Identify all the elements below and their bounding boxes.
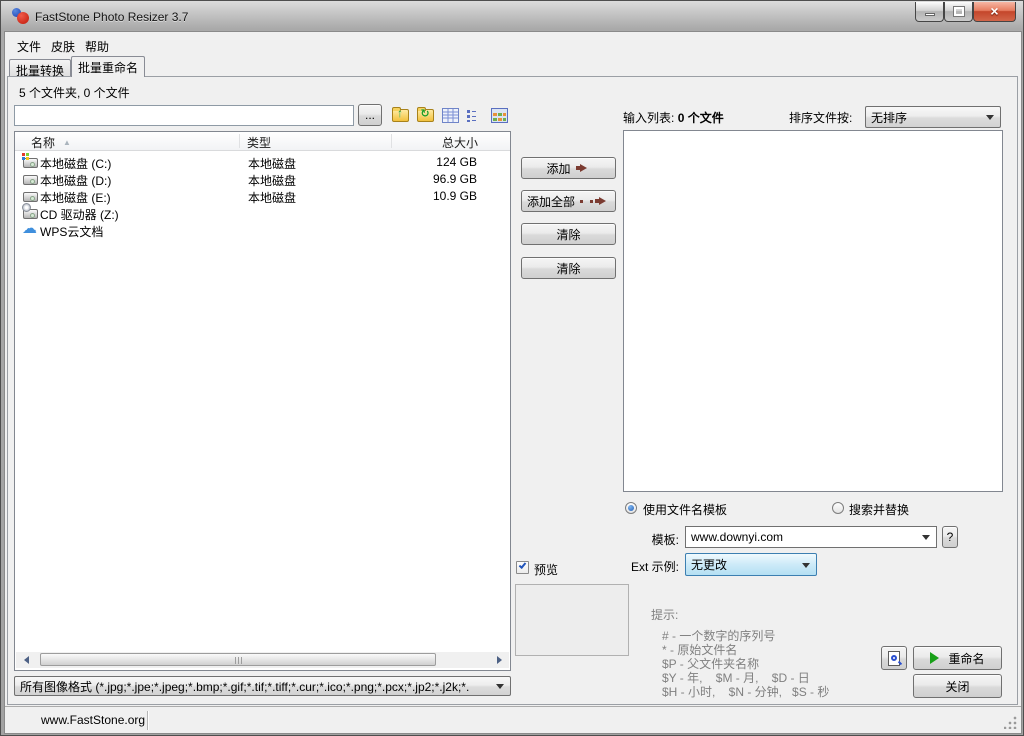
close-icon: ×	[990, 2, 999, 19]
sort-by-label: 排序文件按:	[789, 111, 853, 125]
preview-rename-button[interactable]	[881, 646, 907, 670]
tab-batch-convert[interactable]: 批量转换	[9, 59, 71, 78]
column-header-type[interactable]: 类型	[247, 134, 271, 151]
folder-list: 名称 ▲ 类型 总大小 本地磁盘 (C:) 本地磁盘 124 GB 本地磁盘 (D…	[14, 131, 511, 671]
cd-drive-icon	[22, 203, 39, 220]
hint-line: $H - 小时, $N - 分钟, $S - 秒	[662, 685, 830, 699]
thumbnails-view-icon[interactable]	[488, 104, 510, 126]
tab-batch-rename[interactable]: 批量重命名	[71, 56, 145, 77]
use-template-radio[interactable]	[625, 502, 637, 514]
cloud-icon: ☁	[22, 220, 37, 237]
input-file-list[interactable]	[623, 130, 1003, 492]
input-list-label: 输入列表: 0 个文件	[623, 111, 724, 125]
chevron-down-icon	[496, 684, 504, 693]
hint-title: 提示:	[651, 608, 679, 622]
system-drive-icon	[22, 153, 39, 169]
template-combobox[interactable]: www.downyi.com	[685, 526, 937, 548]
preview-label: 预览	[534, 563, 559, 577]
clear-all-button[interactable]: 清除	[521, 257, 616, 279]
browse-button[interactable]: ...	[358, 104, 382, 126]
search-replace-radio[interactable]	[832, 502, 844, 514]
check-icon	[518, 561, 527, 569]
chevron-down-icon	[922, 535, 930, 544]
close-button[interactable]: ×	[973, 2, 1016, 22]
drive-icon	[23, 173, 39, 186]
folder-summary: 5 个文件夹, 0 个文件	[19, 86, 130, 100]
sort-by-select[interactable]: 无排序	[865, 106, 1001, 128]
chevron-down-icon	[802, 562, 810, 572]
scroll-right-icon[interactable]	[493, 652, 509, 668]
template-help-button[interactable]: ?	[942, 526, 958, 548]
arrow-right-icon	[579, 164, 591, 172]
folder-path-input[interactable]	[14, 105, 354, 126]
menu-skin[interactable]: 皮肤	[45, 37, 81, 55]
refresh-icon[interactable]: ↻	[414, 104, 436, 126]
horizontal-scrollbar[interactable]	[16, 652, 509, 668]
close-dialog-button[interactable]: 关闭	[913, 674, 1002, 698]
use-template-label: 使用文件名模板	[643, 503, 728, 517]
preview-magnifier-icon	[888, 650, 903, 666]
app-icon	[12, 7, 30, 25]
list-view-icon[interactable]	[463, 104, 485, 126]
folder-list-header: 名称 ▲ 类型 总大小	[15, 132, 510, 151]
column-separator	[391, 134, 392, 148]
window-title: FastStone Photo Resizer 3.7	[35, 10, 189, 24]
add-button[interactable]: 添加	[521, 157, 616, 179]
menu-file[interactable]: 文件	[11, 37, 47, 55]
scroll-left-icon[interactable]	[16, 652, 32, 668]
drive-icon	[23, 190, 39, 203]
play-icon	[930, 652, 945, 664]
status-divider	[147, 711, 148, 730]
clear-button[interactable]: 清除	[521, 223, 616, 245]
rename-button[interactable]: 重命名	[913, 646, 1002, 670]
scrollbar-thumb[interactable]	[40, 653, 436, 666]
folder-row-drive-d[interactable]: 本地磁盘 (D:) 本地磁盘 96.9 GB	[16, 171, 509, 188]
ext-label: Ext 示例:	[630, 560, 679, 574]
chevron-down-icon	[986, 115, 994, 124]
minimize-icon	[924, 13, 935, 16]
folder-row-cd-z[interactable]: CD 驱动器 (Z:)	[16, 203, 509, 222]
folder-row-drive-c[interactable]: 本地磁盘 (C:) 本地磁盘 124 GB	[16, 153, 509, 171]
folder-row-drive-e[interactable]: 本地磁盘 (E:) 本地磁盘 10.9 GB	[16, 188, 509, 205]
app-window: FastStone Photo Resizer 3.7 × 文件 皮肤 帮助 批…	[0, 0, 1024, 736]
details-view-icon[interactable]	[439, 104, 461, 126]
format-filter-select[interactable]: 所有图像格式 (*.jpg;*.jpe;*.jpeg;*.bmp;*.gif;*…	[14, 676, 511, 696]
column-header-name[interactable]: 名称 ▲	[31, 134, 71, 151]
resize-grip[interactable]	[1004, 716, 1017, 729]
status-link[interactable]: www.FastStone.org	[41, 713, 145, 727]
menu-help[interactable]: 帮助	[79, 37, 115, 55]
minimize-button[interactable]	[915, 2, 944, 22]
maximize-button[interactable]	[944, 2, 973, 22]
ext-combobox[interactable]: 无更改	[685, 553, 817, 576]
preview-checkbox[interactable]	[516, 561, 529, 574]
sort-asc-icon: ▲	[63, 138, 71, 147]
folder-row-wps-cloud[interactable]: ☁ WPS云文档	[16, 220, 509, 239]
template-label: 模板:	[651, 533, 679, 547]
folder-up-icon[interactable]: ↑	[389, 104, 411, 126]
status-bar: www.FastStone.org	[5, 706, 1021, 733]
preview-thumbnail-box	[515, 584, 629, 656]
column-header-size[interactable]: 总大小	[442, 134, 478, 151]
column-separator	[239, 134, 240, 148]
add-all-button[interactable]: 添加全部	[521, 190, 616, 212]
search-replace-label: 搜索并替换	[849, 503, 910, 517]
arrow-right-icon	[599, 197, 610, 205]
maximize-icon	[952, 6, 965, 17]
